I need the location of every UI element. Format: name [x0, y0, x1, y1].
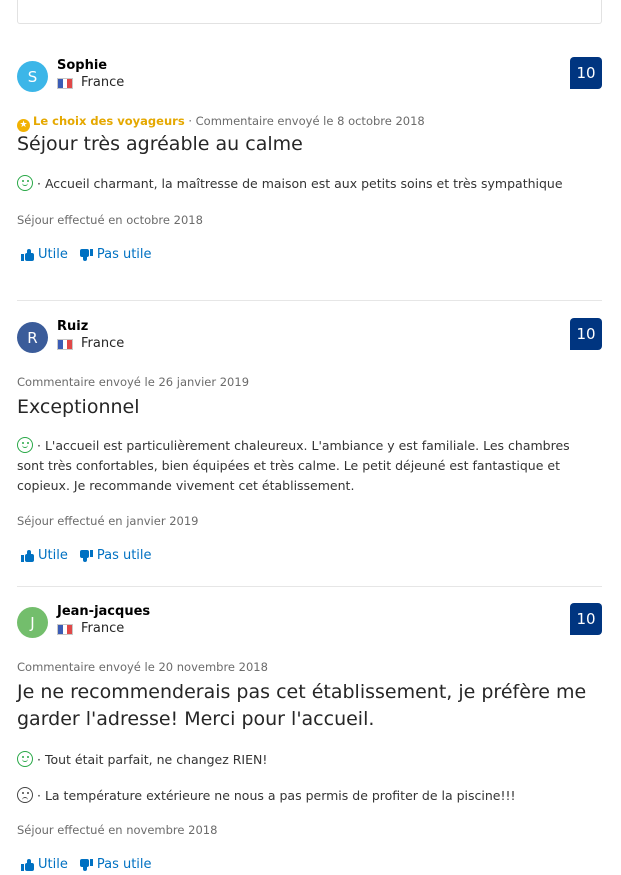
france-flag-icon [57, 339, 73, 350]
negative-text: · La température extérieure ne nous a pa… [37, 788, 516, 803]
not-helpful-button[interactable]: Pas utile [79, 857, 152, 872]
review-title: Séjour très agréable au calme [17, 133, 303, 155]
stay-date: Séjour effectué en novembre 2018 [17, 823, 218, 837]
helpful-actions: Utile Pas utile [21, 247, 152, 262]
not-helpful-label: Pas utile [96, 548, 152, 563]
positive-text: · L'accueil est particulièrement chaleur… [17, 438, 570, 493]
previous-review-box [17, 0, 602, 24]
helpful-label: Utile [38, 548, 68, 563]
thumbs-down-icon [79, 858, 93, 871]
thumbs-down-icon [79, 549, 93, 562]
positive-comment: · L'accueil est particulièrement chaleur… [17, 436, 597, 496]
negative-comment: · La température extérieure ne nous a pa… [17, 786, 597, 806]
review-divider [17, 586, 602, 587]
positive-text: · Accueil charmant, la maîtresse de mais… [37, 176, 563, 191]
reviewer-name: Jean-jacques [57, 604, 151, 619]
thumbs-up-icon [21, 858, 34, 871]
reviewer-country: France [81, 336, 125, 351]
helpful-button[interactable]: Utile [21, 548, 68, 563]
positive-text: · Tout était parfait, ne changez RIEN! [37, 752, 268, 767]
review-divider [17, 300, 602, 301]
review-title: Je ne recommenderais pas cet établisseme… [17, 681, 587, 730]
reviewer-country: France [81, 75, 125, 90]
review-date: Commentaire envoyé le 8 octobre 2018 [195, 114, 425, 128]
helpful-actions: Utile Pas utile [21, 857, 152, 872]
traveller-choice-badge: Le choix des voyageurs [33, 114, 185, 128]
review-date: Commentaire envoyé le 20 novembre 2018 [17, 660, 268, 674]
positive-comment: · Accueil charmant, la maîtresse de mais… [17, 174, 597, 194]
not-helpful-label: Pas utile [96, 857, 152, 872]
avatar: J [17, 607, 48, 638]
not-helpful-button[interactable]: Pas utile [79, 247, 152, 262]
thumbs-down-icon [79, 248, 93, 261]
reviewer-name: Sophie [57, 58, 108, 73]
smiley-icon [17, 437, 33, 453]
review-meta: ★ Le choix des voyageurs · Commentaire en… [17, 114, 425, 132]
avatar: R [17, 322, 48, 353]
smiley-icon [17, 175, 33, 191]
review-score: 10 [570, 318, 602, 350]
stay-date: Séjour effectué en janvier 2019 [17, 514, 199, 528]
smiley-icon [17, 751, 33, 767]
helpful-actions: Utile Pas utile [21, 548, 152, 563]
thumbs-up-icon [21, 248, 34, 261]
frown-icon [17, 787, 33, 803]
thumbs-up-icon [21, 549, 34, 562]
france-flag-icon [57, 624, 73, 635]
france-flag-icon [57, 78, 73, 89]
not-helpful-label: Pas utile [96, 247, 152, 262]
helpful-button[interactable]: Utile [21, 857, 68, 872]
reviewer-name: Ruiz [57, 319, 89, 334]
stay-date: Séjour effectué en octobre 2018 [17, 213, 203, 227]
reviewer-country: France [81, 621, 125, 636]
review-score: 10 [570, 603, 602, 635]
review-title: Exceptionnel [17, 396, 140, 418]
helpful-button[interactable]: Utile [21, 247, 68, 262]
helpful-label: Utile [38, 247, 68, 262]
positive-comment: · Tout était parfait, ne changez RIEN! [17, 750, 597, 770]
badge-separator: · [188, 114, 192, 128]
avatar: S [17, 61, 48, 92]
not-helpful-button[interactable]: Pas utile [79, 548, 152, 563]
review-score: 10 [570, 57, 602, 89]
helpful-label: Utile [38, 857, 68, 872]
review-date: Commentaire envoyé le 26 janvier 2019 [17, 375, 250, 389]
